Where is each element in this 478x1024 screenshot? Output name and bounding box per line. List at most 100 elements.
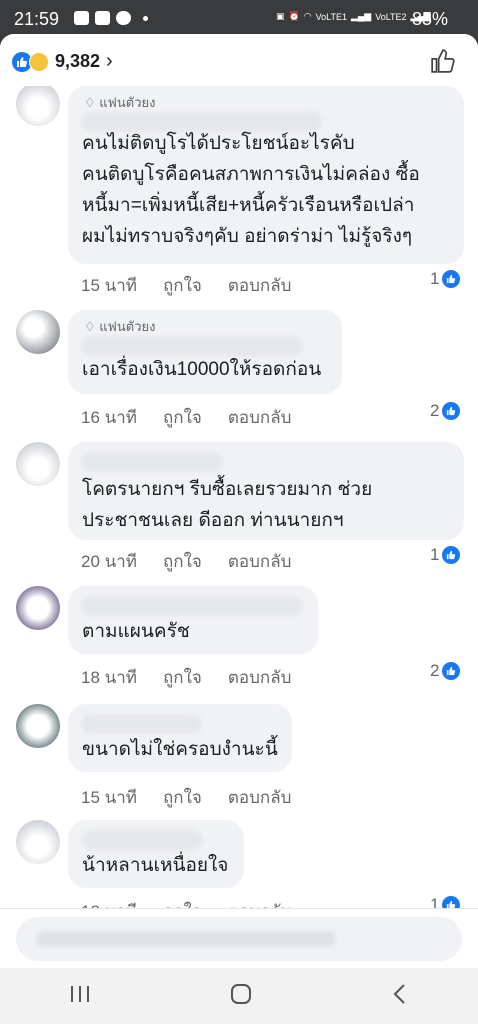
comment-text: ตามแผนครัช <box>82 616 190 647</box>
comment-line: หนี้มา=เพิ่มหนี้เสีย+หนี้ครัวเรือนหรือเป… <box>82 195 415 216</box>
like-count: 1 <box>430 269 440 288</box>
comment-bubble[interactable]: น้าหลานเหนื่อยใจ <box>68 820 244 888</box>
comment-line: ผมไม่ทราบจริงๆคับ อย่าดร่าม่า ไม่รู้จริง… <box>82 226 413 247</box>
reply-button[interactable]: ตอบกลับ <box>228 784 292 811</box>
top-fan-badge: ♢ แฟนตัวยง <box>84 95 156 110</box>
comment-like-count: 1 <box>430 545 461 565</box>
comment-time: 15 นาที <box>81 276 138 295</box>
comment-like-count: 2 <box>430 401 461 421</box>
avatar[interactable] <box>16 310 60 354</box>
like-comment-button[interactable]: ถูกใจ <box>163 664 202 691</box>
comment-time: 18 นาที <box>81 668 138 687</box>
comment-meta: 15 นาที ถูกใจ ตอบกลับ <box>81 272 317 299</box>
author-name-redacted <box>82 714 202 734</box>
comment-time: 16 นาที <box>81 408 138 427</box>
comment-meta: 18 นาที ถูกใจ ตอบกลับ <box>81 664 317 691</box>
author-name-redacted <box>82 596 302 616</box>
reply-button[interactable]: ตอบกลับ <box>228 664 292 691</box>
cloud-notification-icon <box>116 11 131 25</box>
comment-time: 15 นาที <box>81 788 138 807</box>
comment-like-count: 2 <box>430 661 461 681</box>
comment-bubble[interactable]: ♢ แฟนตัวยง เอาเรื่องเงิน10000ให้รอดก่อน <box>68 310 342 394</box>
comment-meta: 15 นาที ถูกใจ ตอบกลับ <box>81 784 317 811</box>
reactions-summary[interactable]: 9,382 › <box>12 50 113 73</box>
reply-button[interactable]: ตอบกลับ <box>228 404 292 431</box>
comment-time: 20 นาที <box>81 552 138 571</box>
input-placeholder-redacted <box>36 931 336 947</box>
comment-line: ขนาดไม่ใช่ครอบงำนะนี้ <box>82 739 278 760</box>
top-fan-badge: ♢ แฟนตัวยง <box>84 319 156 334</box>
author-name-redacted <box>82 452 222 472</box>
home-button[interactable] <box>230 983 252 1010</box>
recent-apps-button[interactable] <box>69 984 91 1009</box>
comment-input[interactable] <box>16 917 462 961</box>
like-count: 1 <box>430 545 440 564</box>
comment-text: โคตรนายกฯ รีบซื้อเลยรวยมาก ช่วย ประชาชนเ… <box>82 474 372 536</box>
comment-bubble[interactable]: ♢ แฟนตัวยง คนไม่ติดบูโรได้ประโยชน์อะไรคั… <box>68 86 464 264</box>
comment-line: คนไม่ติดบูโรได้ประโยชน์อะไรคับ <box>82 133 355 154</box>
home-icon <box>230 983 251 1004</box>
like-comment-button[interactable]: ถูกใจ <box>163 548 202 575</box>
image-notification-icon <box>74 11 89 25</box>
comment-meta: 16 นาที ถูกใจ ตอบกลับ <box>81 404 317 431</box>
badge-label: แฟนตัวยง <box>99 95 156 110</box>
reply-button[interactable]: ตอบกลับ <box>228 548 292 575</box>
comment-text: น้าหลานเหนื่อยใจ <box>82 850 228 881</box>
signal-2-label: VoLTE2 <box>375 11 407 22</box>
avatar[interactable] <box>16 442 60 486</box>
comment-bubble[interactable]: ตามแผนครัช <box>68 586 318 654</box>
chevron-right-icon: › <box>106 50 113 72</box>
back-icon <box>393 983 405 1004</box>
comment-composer <box>0 908 478 968</box>
avatar[interactable] <box>16 820 60 864</box>
comment-line: ตามแผนครัช <box>82 621 190 642</box>
comment-bubble[interactable]: ขนาดไม่ใช่ครอบงำนะนี้ <box>68 704 292 772</box>
comment-text: เอาเรื่องเงิน10000ให้รอดก่อน <box>82 354 321 385</box>
badge-label: แฟนตัวยง <box>99 319 156 334</box>
signal-1-label: VoLTE1 <box>315 11 347 22</box>
like-post-button[interactable] <box>430 48 456 79</box>
recent-apps-icon <box>71 985 90 1002</box>
signal-icon: ▂▄▆ <box>350 11 372 21</box>
comment-line: เอาเรื่องเงิน10000ให้รอดก่อน <box>82 359 322 380</box>
like-comment-button[interactable]: ถูกใจ <box>163 272 202 299</box>
like-icon <box>442 402 461 420</box>
comment-line: น้าหลานเหนื่อยใจ <box>82 855 229 876</box>
comment-like-count: 1 <box>430 269 461 289</box>
like-icon <box>442 270 461 288</box>
line-notification-icon <box>95 11 110 25</box>
reactions-header: 9,382 › <box>0 34 478 86</box>
avatar[interactable] <box>16 586 60 630</box>
more-notifications-icon <box>143 15 148 21</box>
system-navigation-bar <box>0 968 478 1024</box>
like-comment-button[interactable]: ถูกใจ <box>163 404 202 431</box>
like-icon <box>442 546 461 564</box>
comment-bubble[interactable]: โคตรนายกฯ รีบซื้อเลยรวยมาก ช่วย ประชาชนเ… <box>68 442 464 540</box>
haha-reaction-icon <box>29 51 49 72</box>
reaction-count: 9,382 <box>55 51 101 71</box>
clock: 21:59 <box>14 9 60 29</box>
thumbs-up-outline-icon <box>431 49 455 73</box>
back-button[interactable] <box>391 983 409 1010</box>
like-count: 2 <box>430 401 440 420</box>
comment-text: ขนาดไม่ใช่ครอบงำนะนี้ <box>82 734 278 765</box>
like-icon <box>442 662 461 680</box>
comment-text: คนไม่ติดบูโรได้ประโยชน์อะไรคับ คนติดบูโร… <box>82 128 420 252</box>
battery-level: 85% <box>412 9 449 29</box>
avatar[interactable] <box>16 704 60 748</box>
comment-meta: 20 นาที ถูกใจ ตอบกลับ <box>81 548 317 575</box>
comment-line: โคตรนายกฯ รีบซื้อเลยรวยมาก ช่วย <box>82 479 373 500</box>
battery-saver-icon: ▣ <box>276 11 285 21</box>
status-bar: 21:59 ▣ ⏰ ◠ VoLTE1 ▂▄▆ VoLTE2 ▂▄▆ 85% <box>0 0 478 38</box>
like-count: 2 <box>430 661 440 680</box>
alarm-icon: ⏰ <box>288 11 300 21</box>
system-icons: ▣ ⏰ ◠ VoLTE1 ▂▄▆ VoLTE2 ▂▄▆ <box>276 11 431 22</box>
notification-icons <box>74 11 148 25</box>
comment-line: ประชาชนเลย ดีออก ท่านนายกฯ <box>82 510 344 531</box>
reply-button[interactable]: ตอบกลับ <box>228 272 292 299</box>
comment-line: คนติดบูโรคือคนสภาพการเงินไม่คล่อง ซื้อ <box>82 164 420 185</box>
avatar[interactable] <box>16 82 60 126</box>
like-comment-button[interactable]: ถูกใจ <box>163 784 202 811</box>
author-name-redacted <box>82 336 302 356</box>
author-name-redacted <box>82 830 202 850</box>
